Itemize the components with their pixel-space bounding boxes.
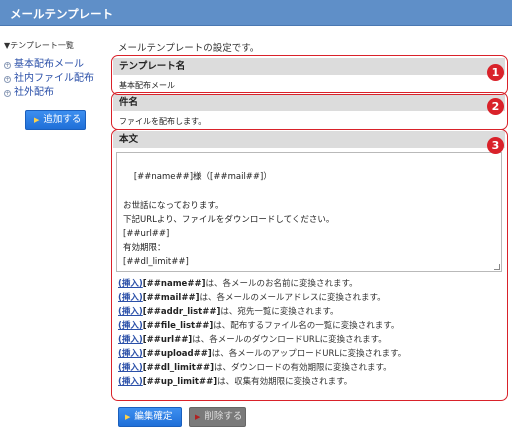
sidebar-item-label: 社外配布: [14, 87, 54, 98]
sidebar-item-basic[interactable]: + 基本配布メール: [4, 55, 84, 70]
template-sidebar: ▼テンプレート一覧 + 基本配布メール + 社内ファイル配布 + 社外配布 ▶ 追加する: [0, 34, 110, 436]
annotation-frame-3: [111, 129, 508, 401]
annotation-badge-1: 1: [487, 64, 504, 81]
delete-button-label: 削除する: [204, 411, 243, 422]
template-list-header: ▼テンプレート一覧: [4, 41, 74, 50]
title-bar: メールテンプレート: [0, 0, 512, 26]
delete-button[interactable]: ▶ 削除する: [189, 407, 246, 427]
annotation-frame-1: [111, 55, 508, 95]
annotation-frame-2: [111, 92, 508, 130]
plus-circle-icon: +: [4, 90, 11, 97]
annotation-badge-2: 2: [487, 98, 504, 115]
page-description: メールテンプレートの設定です。: [118, 43, 260, 54]
plus-circle-icon: +: [4, 76, 11, 83]
play-icon: ▶: [34, 116, 40, 124]
sidebar-item-internal[interactable]: + 社内ファイル配布: [4, 69, 94, 84]
play-icon: ▶: [125, 413, 131, 421]
window-title: メールテンプレート: [10, 7, 114, 21]
annotation-badge-3: 3: [487, 137, 504, 154]
play-icon: ▶: [195, 413, 201, 421]
plus-circle-icon: +: [4, 62, 11, 69]
confirm-edit-button[interactable]: ▶ 編集確定: [118, 407, 182, 427]
add-template-button[interactable]: ▶ 追加する: [25, 110, 86, 130]
confirm-button-label: 編集確定: [134, 411, 173, 422]
add-button-label: 追加する: [43, 114, 82, 125]
sidebar-item-external[interactable]: + 社外配布: [4, 83, 54, 98]
